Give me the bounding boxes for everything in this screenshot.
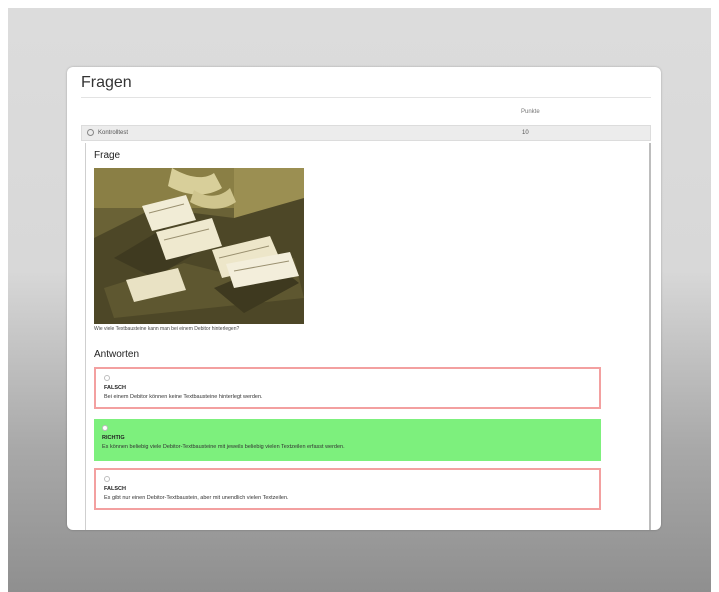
answer-radio[interactable] [104, 476, 110, 482]
question-points: 10 [522, 130, 529, 136]
answer-option[interactable]: FALSCH Bei einem Debitor können keine Te… [94, 367, 601, 409]
answer-radio[interactable] [102, 425, 108, 431]
answer-text: Bei einem Debitor können keine Textbaust… [104, 394, 263, 400]
points-column-header: Punkte [521, 109, 540, 115]
answer-verdict: FALSCH [104, 385, 126, 391]
questions-panel: Fragen Punkte Kontrolltest 10 Frage Wie … [67, 67, 661, 530]
page-title: Fragen [81, 74, 132, 91]
question-detail: Frage Wie viele Textbausteine kann man b… [85, 143, 651, 530]
question-name: Kontrolltest [98, 130, 129, 136]
answer-option[interactable]: FALSCH Es gibt nur einen Debitor-Textbau… [94, 468, 601, 510]
question-text: Wie viele Textbausteine kann man bei ein… [94, 326, 240, 332]
answer-text: Es können beliebig viele Debitor-Textbau… [102, 444, 345, 450]
question-row[interactable]: Kontrolltest 10 [81, 125, 651, 141]
answer-verdict: RICHTIG [102, 435, 125, 441]
answers-heading: Antworten [94, 349, 140, 360]
table-header: Punkte [81, 105, 651, 119]
answer-radio[interactable] [104, 375, 110, 381]
question-image [94, 168, 304, 324]
question-heading: Frage [94, 150, 121, 161]
title-divider [81, 97, 651, 98]
question-status-icon [87, 129, 94, 136]
answer-option[interactable]: RICHTIG Es können beliebig viele Debitor… [94, 419, 601, 461]
answer-text: Es gibt nur einen Debitor-Textbaustein, … [104, 495, 289, 501]
answer-verdict: FALSCH [104, 486, 126, 492]
